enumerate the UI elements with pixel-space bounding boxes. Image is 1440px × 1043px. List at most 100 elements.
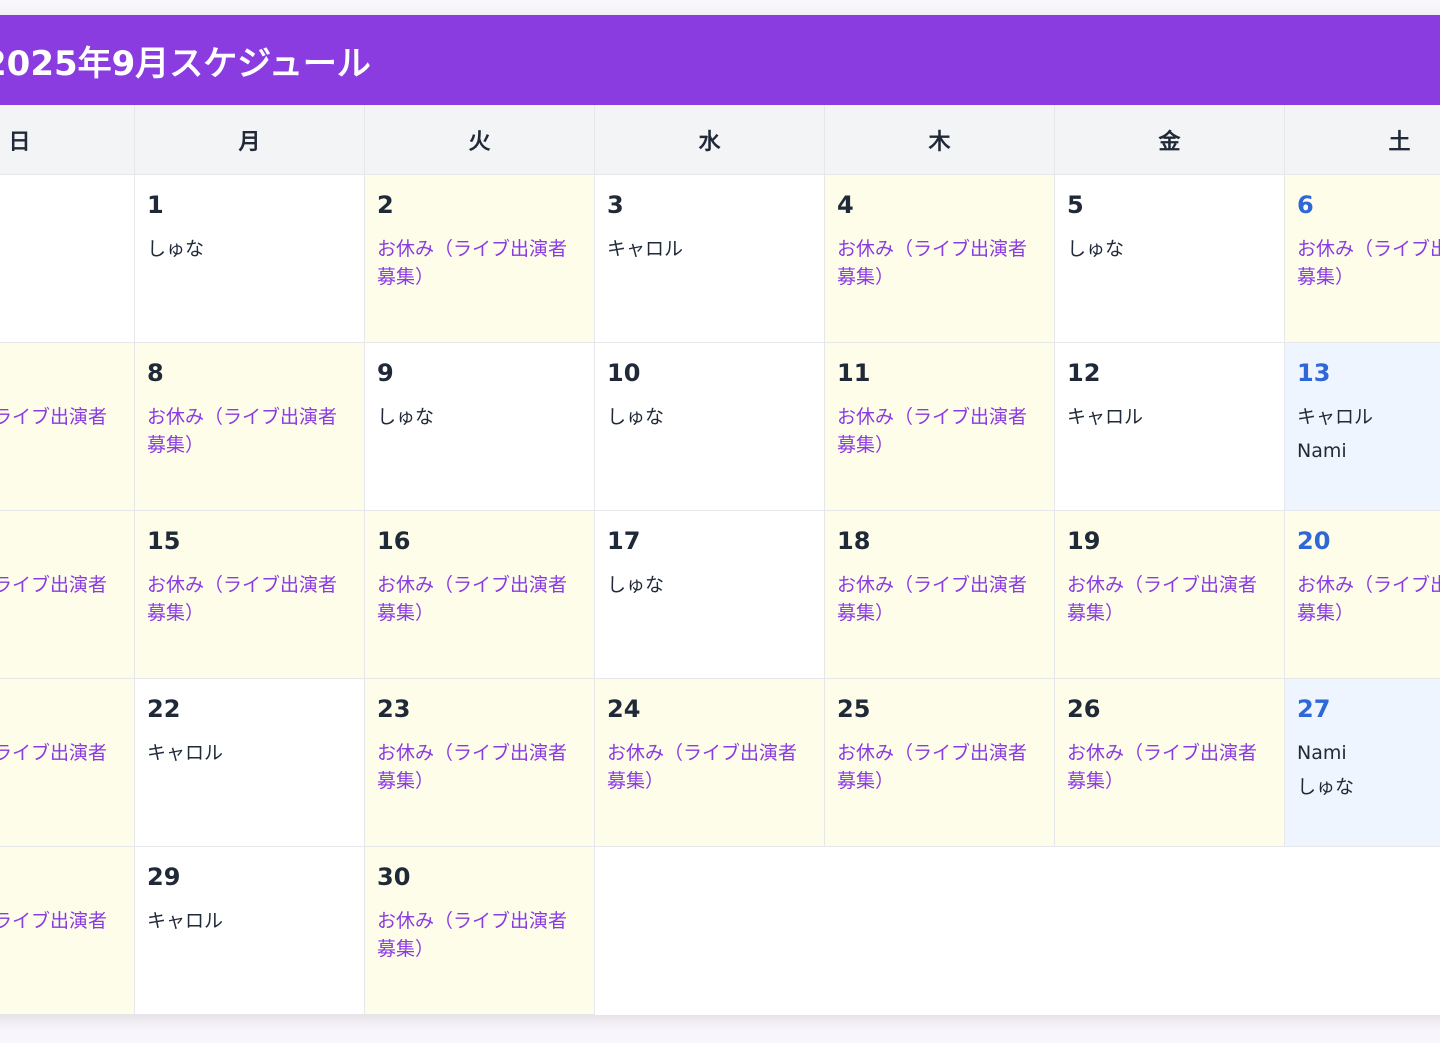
event-performer[interactable]: しゅな (607, 571, 812, 599)
day-number: 1 (147, 191, 164, 219)
day-cell-25[interactable]: 25 お休み（ライブ出演者募集） (825, 679, 1055, 847)
day-number: 20 (1297, 527, 1331, 555)
event-holiday[interactable]: お休み（ライブ出演者募集） (607, 739, 812, 795)
weekday-thu: 木 (825, 105, 1055, 175)
event-performer[interactable]: しゅな (147, 235, 352, 263)
day-number: 30 (377, 863, 411, 891)
day-cell-4[interactable]: 4 お休み（ライブ出演者募集） (825, 175, 1055, 343)
event-performer[interactable]: キャロル (147, 907, 352, 935)
day-cell-9[interactable]: 9 しゅな (365, 343, 595, 511)
day-cell-21[interactable]: 21 お休み（ライブ出演者募集） (0, 679, 135, 847)
day-cell-26[interactable]: 26 お休み（ライブ出演者募集） (1055, 679, 1285, 847)
event-holiday[interactable]: お休み（ライブ出演者募集） (1297, 571, 1440, 627)
day-number: 11 (837, 359, 871, 387)
day-number: 6 (1297, 191, 1314, 219)
day-cell-19[interactable]: 19 お休み（ライブ出演者募集） (1055, 511, 1285, 679)
day-cell-14[interactable]: 14 お休み（ライブ出演者募集） (0, 511, 135, 679)
day-cell-3[interactable]: 3 キャロル (595, 175, 825, 343)
calendar-header: 2025年9月スケジュール (0, 15, 1440, 105)
day-events: お休み（ライブ出演者募集） (837, 403, 1042, 459)
day-cell-22[interactable]: 22 キャロル (135, 679, 365, 847)
calendar-title: 2025年9月スケジュール (0, 43, 371, 84)
day-cell-27[interactable]: 27 Nami しゅな (1285, 679, 1440, 847)
day-number: 3 (607, 191, 624, 219)
event-holiday[interactable]: お休み（ライブ出演者募集） (837, 403, 1042, 459)
event-holiday[interactable]: お休み（ライブ出演者募集） (837, 739, 1042, 795)
day-number: 4 (837, 191, 854, 219)
day-cell-17[interactable]: 17 しゅな (595, 511, 825, 679)
event-holiday[interactable]: お休み（ライブ出演者募集） (1297, 235, 1440, 291)
day-number: 27 (1297, 695, 1331, 723)
event-performer[interactable]: キャロル (607, 235, 812, 263)
day-events: お休み（ライブ出演者募集） (0, 571, 122, 627)
weekday-header-row: 日 月 火 水 木 金 土 (0, 105, 1440, 175)
day-number: 7 (0, 359, 122, 387)
day-number: 13 (1297, 359, 1331, 387)
event-holiday[interactable]: お休み（ライブ出演者募集） (147, 571, 352, 627)
day-events: お休み（ライブ出演者募集） (837, 571, 1042, 627)
day-events: お休み（ライブ出演者募集） (1297, 571, 1440, 627)
event-performer[interactable]: キャロル (147, 739, 352, 767)
event-holiday[interactable]: お休み（ライブ出演者募集） (0, 907, 122, 963)
day-events: お休み（ライブ出演者募集） (377, 235, 582, 291)
day-events: お休み（ライブ出演者募集） (377, 907, 582, 963)
day-events: お休み（ライブ出演者募集） (377, 571, 582, 627)
day-cell-24[interactable]: 24 お休み（ライブ出演者募集） (595, 679, 825, 847)
day-cell-empty (1055, 847, 1285, 1015)
event-performer[interactable]: Nami (1297, 437, 1440, 465)
day-cell-6[interactable]: 6 お休み（ライブ出演者募集） (1285, 175, 1440, 343)
event-holiday[interactable]: お休み（ライブ出演者募集） (377, 739, 582, 795)
event-holiday[interactable]: お休み（ライブ出演者募集） (837, 235, 1042, 291)
day-cell-29[interactable]: 29 キャロル (135, 847, 365, 1015)
day-cell-2[interactable]: 2 お休み（ライブ出演者募集） (365, 175, 595, 343)
day-cell-18[interactable]: 18 お休み（ライブ出演者募集） (825, 511, 1055, 679)
day-number: 28 (0, 863, 122, 891)
event-performer[interactable]: しゅな (1297, 773, 1440, 801)
day-cell-5[interactable]: 5 しゅな (1055, 175, 1285, 343)
event-performer[interactable]: しゅな (607, 403, 812, 431)
event-holiday[interactable]: お休み（ライブ出演者募集） (147, 403, 352, 459)
weekday-sat: 土 (1285, 105, 1440, 175)
day-events: キャロル (607, 235, 812, 263)
day-events: お休み（ライブ出演者募集） (1067, 571, 1272, 627)
day-cell-empty (595, 847, 825, 1015)
day-number: 12 (1067, 359, 1101, 387)
day-cell-12[interactable]: 12 キャロル (1055, 343, 1285, 511)
event-performer[interactable]: Nami (1297, 739, 1440, 767)
day-cell-16[interactable]: 16 お休み（ライブ出演者募集） (365, 511, 595, 679)
day-number: 26 (1067, 695, 1101, 723)
day-cell-23[interactable]: 23 お休み（ライブ出演者募集） (365, 679, 595, 847)
day-number (0, 191, 122, 219)
event-performer[interactable]: キャロル (1067, 403, 1272, 431)
day-cell-15[interactable]: 15 お休み（ライブ出演者募集） (135, 511, 365, 679)
day-events: お休み（ライブ出演者募集） (1297, 235, 1440, 291)
event-performer[interactable]: しゅな (1067, 235, 1272, 263)
event-holiday[interactable]: お休み（ライブ出演者募集） (837, 571, 1042, 627)
event-holiday[interactable]: お休み（ライブ出演者募集） (0, 739, 122, 795)
day-events: お休み（ライブ出演者募集） (0, 907, 122, 963)
event-holiday[interactable]: お休み（ライブ出演者募集） (1067, 739, 1272, 795)
day-cell-13[interactable]: 13 キャロル Nami (1285, 343, 1440, 511)
event-holiday[interactable]: お休み（ライブ出演者募集） (1067, 571, 1272, 627)
event-holiday[interactable]: お休み（ライブ出演者募集） (377, 571, 582, 627)
event-performer[interactable]: キャロル (1297, 403, 1440, 431)
day-cell-8[interactable]: 8 お休み（ライブ出演者募集） (135, 343, 365, 511)
day-cell-30[interactable]: 30 お休み（ライブ出演者募集） (365, 847, 595, 1015)
viewport: 2025年9月スケジュール 日 月 火 水 木 金 土 1 しゅな 2 お休み（ライブ… (0, 0, 1440, 1043)
day-events: しゅな (1067, 235, 1272, 263)
event-performer[interactable]: しゅな (377, 403, 582, 431)
day-number: 18 (837, 527, 871, 555)
day-number: 19 (1067, 527, 1101, 555)
day-cell-11[interactable]: 11 お休み（ライブ出演者募集） (825, 343, 1055, 511)
event-holiday[interactable]: お休み（ライブ出演者募集） (377, 235, 582, 291)
day-number: 17 (607, 527, 641, 555)
day-cell-1[interactable]: 1 しゅな (135, 175, 365, 343)
day-events: Nami しゅな (1297, 739, 1440, 801)
day-cell-10[interactable]: 10 しゅな (595, 343, 825, 511)
event-holiday[interactable]: お休み（ライブ出演者募集） (0, 571, 122, 627)
event-holiday[interactable]: お休み（ライブ出演者募集） (377, 907, 582, 963)
day-cell-20[interactable]: 20 お休み（ライブ出演者募集） (1285, 511, 1440, 679)
event-holiday[interactable]: お休み（ライブ出演者募集） (0, 403, 122, 459)
day-cell-28[interactable]: 28 お休み（ライブ出演者募集） (0, 847, 135, 1015)
day-cell-7[interactable]: 7 お休み（ライブ出演者募集） (0, 343, 135, 511)
